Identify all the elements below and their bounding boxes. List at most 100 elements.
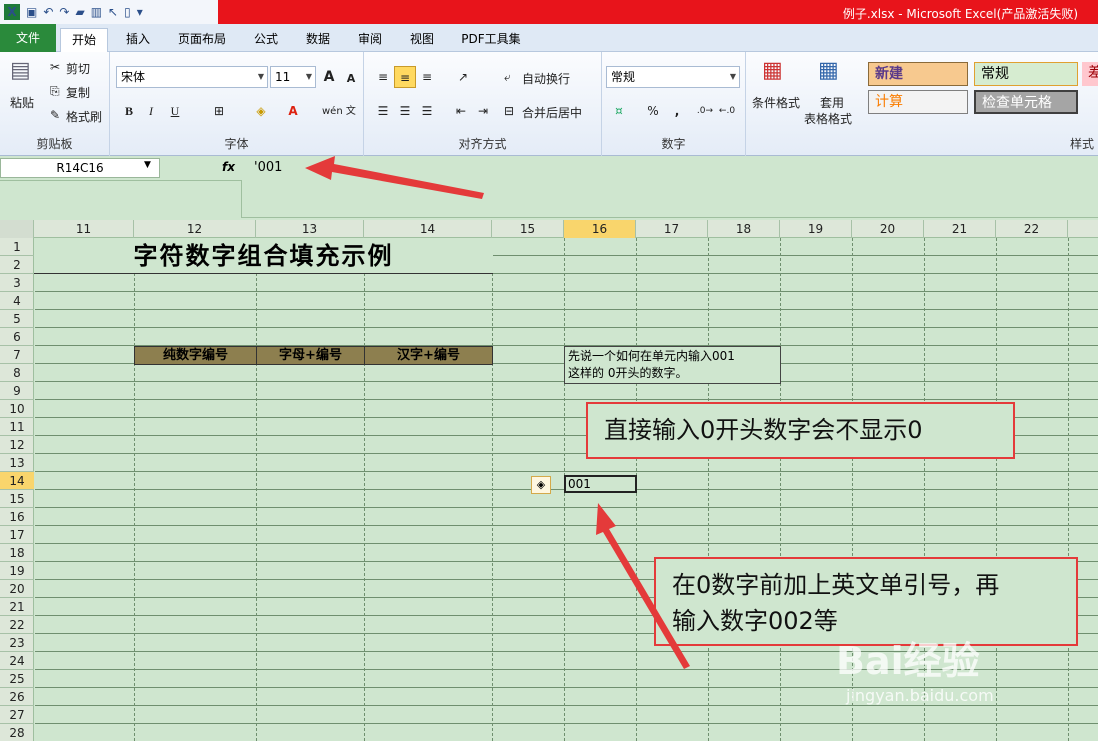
sheet-title-cell[interactable]: 字符数字组合填充示例 [34, 238, 493, 274]
phonetic-button[interactable]: wén 文 [322, 102, 356, 117]
column-header[interactable]: 19 [780, 220, 852, 238]
fill-color-icon[interactable]: ◈ [250, 100, 272, 122]
row-header[interactable]: 7 [0, 346, 34, 364]
formula-input[interactable]: '001 [254, 160, 282, 175]
merge-center-icon[interactable]: ⊟ [504, 104, 514, 118]
column-header[interactable]: 17 [636, 220, 708, 238]
copy-icon[interactable]: ⎘ [50, 84, 60, 99]
decrease-indent-icon[interactable]: ⇤ [450, 100, 472, 122]
name-box[interactable]: R14C16 [0, 158, 160, 178]
align-left-icon[interactable]: ☰ [372, 100, 394, 122]
tab-page-layout[interactable]: 页面布局 [170, 28, 234, 52]
column-header[interactable]: 21 [924, 220, 996, 238]
grow-font-button[interactable]: A [318, 66, 340, 88]
redo-icon[interactable]: ↷ [59, 5, 69, 19]
row-header[interactable]: 20 [0, 580, 34, 598]
paste-button[interactable]: 粘贴 [10, 94, 34, 111]
format-as-table-line2[interactable]: 表格格式 [804, 110, 852, 127]
header-cell-letter-number[interactable]: 字母+编号 [256, 346, 365, 365]
undo-icon[interactable]: ↶ [43, 5, 53, 19]
row-header[interactable]: 26 [0, 688, 34, 706]
select-all-corner[interactable] [0, 220, 34, 238]
row-header[interactable]: 23 [0, 634, 34, 652]
row-header[interactable]: 9 [0, 382, 34, 400]
row-header[interactable]: 4 [0, 292, 34, 310]
conditional-format-icon[interactable]: ▦ [762, 58, 783, 83]
row-header[interactable]: 5 [0, 310, 34, 328]
format-as-table-line1[interactable]: 套用 [820, 94, 844, 111]
column-header-selected[interactable]: 16 [564, 220, 636, 238]
header-cell-hanzi-number[interactable]: 汉字+编号 [364, 346, 493, 365]
increase-decimal-icon[interactable]: .0→ [694, 100, 716, 122]
column-header[interactable]: 11 [34, 220, 134, 238]
tab-pdf-tools[interactable]: PDF工具集 [454, 28, 528, 52]
style-bad[interactable]: 差 [1082, 62, 1098, 86]
percent-button[interactable]: % [642, 100, 664, 122]
row-header[interactable]: 1 [0, 238, 34, 256]
error-check-icon[interactable]: ◈ [531, 476, 551, 494]
chevron-down-icon[interactable]: ▼ [144, 160, 151, 170]
font-color-icon[interactable]: A [282, 100, 304, 122]
tab-home[interactable]: 开始 [60, 28, 108, 52]
column-header[interactable]: 15 [492, 220, 564, 238]
font-size-combo[interactable]: 11 ▼ [270, 66, 316, 88]
save-icon[interactable]: ▣ [26, 5, 37, 19]
customize-qat-icon[interactable]: ▾ [137, 5, 143, 19]
style-normal[interactable]: 常规 [974, 62, 1078, 86]
format-as-table-icon[interactable]: ▦ [818, 58, 839, 83]
tab-insert[interactable]: 插入 [118, 28, 158, 52]
style-new[interactable]: 新建 [868, 62, 968, 86]
column-header[interactable]: 14 [364, 220, 492, 238]
chart-icon[interactable]: ▥ [91, 5, 102, 19]
active-cell[interactable]: 001 [564, 475, 637, 493]
open-folder-icon[interactable]: ▰ [75, 5, 84, 19]
copy-button[interactable]: 复制 [66, 84, 90, 101]
increase-indent-icon[interactable]: ⇥ [472, 100, 494, 122]
note-cell[interactable]: 先说一个如何在单元内输入001 这样的 0开头的数字。 [564, 346, 781, 384]
cut-icon[interactable]: ✂ [50, 60, 60, 74]
decrease-decimal-icon[interactable]: ←.0 [716, 100, 738, 122]
row-header[interactable]: 18 [0, 544, 34, 562]
cut-button[interactable]: 剪切 [66, 60, 90, 77]
row-header[interactable]: 17 [0, 526, 34, 544]
row-header[interactable]: 11 [0, 418, 34, 436]
column-header[interactable]: 18 [708, 220, 780, 238]
number-format-combo[interactable]: 常规 ▼ [606, 66, 740, 88]
merge-center-button[interactable]: 合并后居中 [522, 104, 582, 121]
align-top-icon[interactable]: ≡ [372, 66, 394, 88]
row-header[interactable]: 21 [0, 598, 34, 616]
row-header[interactable]: 22 [0, 616, 34, 634]
insert-function-icon[interactable]: fx [222, 160, 235, 174]
row-header[interactable]: 28 [0, 724, 34, 741]
row-header[interactable]: 12 [0, 436, 34, 454]
row-header[interactable]: 2 [0, 256, 34, 274]
row-header[interactable]: 24 [0, 652, 34, 670]
row-header[interactable]: 25 [0, 670, 34, 688]
tab-review[interactable]: 审阅 [350, 28, 390, 52]
tab-view[interactable]: 视图 [402, 28, 442, 52]
align-right-icon[interactable]: ☰ [416, 100, 438, 122]
column-header[interactable]: 13 [256, 220, 364, 238]
align-bottom-icon[interactable]: ≡ [416, 66, 438, 88]
row-header[interactable]: 6 [0, 328, 34, 346]
tab-file[interactable]: 文件 [0, 24, 56, 52]
format-painter-button[interactable]: 格式刷 [66, 108, 102, 125]
header-cell-pure-number[interactable]: 纯数字编号 [134, 346, 257, 365]
row-header-selected[interactable]: 14 [0, 472, 34, 490]
pointer-icon[interactable]: ↖ [108, 5, 118, 19]
borders-icon[interactable]: ⊞ [208, 100, 230, 122]
column-header[interactable]: 12 [134, 220, 256, 238]
wrap-text-button[interactable]: 自动换行 [522, 70, 570, 87]
currency-icon[interactable]: ¤ [608, 100, 630, 122]
style-check-cell[interactable]: 检查单元格 [974, 90, 1078, 114]
tab-formulas[interactable]: 公式 [246, 28, 286, 52]
conditional-format-button[interactable]: 条件格式 [752, 94, 800, 111]
format-painter-icon[interactable]: ✎ [50, 108, 60, 122]
row-header[interactable]: 13 [0, 454, 34, 472]
row-header[interactable]: 10 [0, 400, 34, 418]
shrink-font-button[interactable]: A [340, 68, 362, 90]
paste-icon[interactable]: ▤ [10, 58, 31, 83]
align-center-icon[interactable]: ☰ [394, 100, 416, 122]
comma-button[interactable]: , [666, 100, 688, 122]
orientation-icon[interactable]: ↗ [452, 66, 474, 88]
